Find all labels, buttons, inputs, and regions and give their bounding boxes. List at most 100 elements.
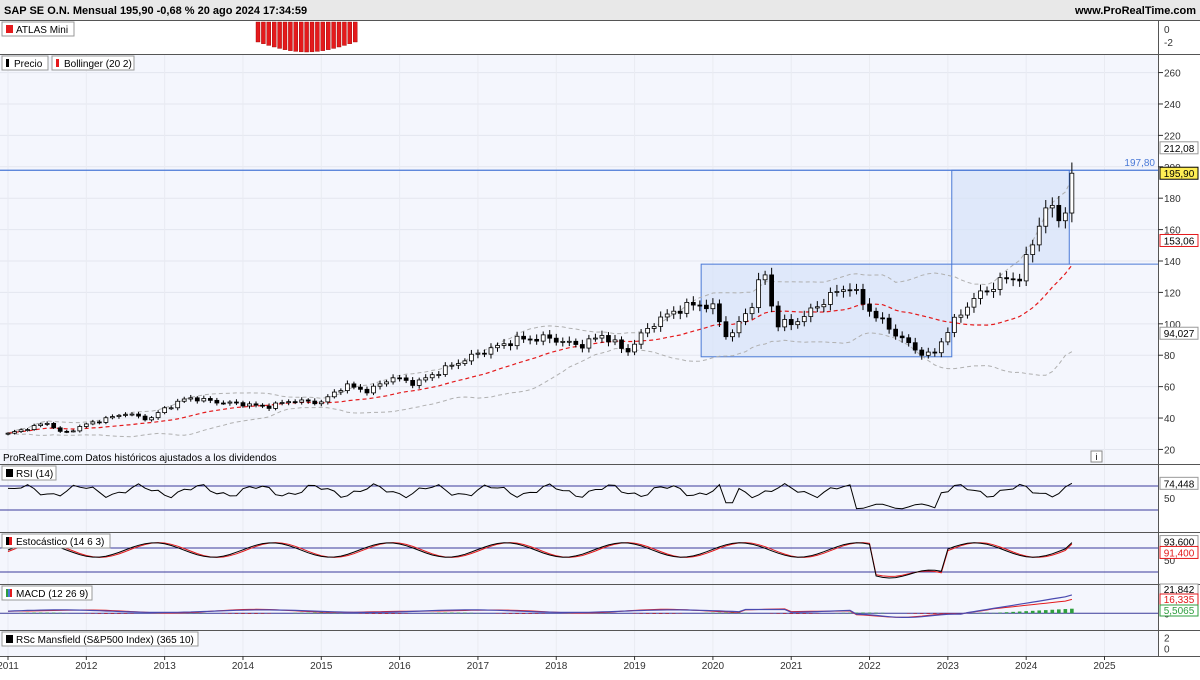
candle-body [580,344,584,348]
macd-histogram-bar [998,613,1002,614]
macd-histogram-bar [300,613,304,614]
macd-histogram-bar [659,613,663,614]
macd-histogram-bar [45,613,49,614]
footnote: ProRealTime.com Datos históricos ajustad… [3,453,277,464]
candle-body [378,384,382,386]
candle-body [1070,173,1074,213]
macd-histogram-bar [241,613,245,614]
candle-body [261,405,265,406]
info-button[interactable]: i [1091,451,1102,462]
candle-body [45,423,49,424]
candle-body [332,392,336,397]
macd-histogram-bar [861,613,865,614]
candle-body [698,305,702,306]
candle-body [802,317,806,322]
candle-body [887,318,891,329]
macd-histogram-bar [117,613,121,614]
macd-histogram-bar [306,613,310,614]
candle-body [78,427,82,431]
macd-histogram-bar [313,613,317,614]
macd-histogram-bar [450,613,454,614]
candle-body [685,302,689,313]
candle-body [169,408,173,409]
candle-body [848,290,852,291]
candle-body [189,398,193,399]
candle-body [828,292,832,304]
price-legend[interactable]: Precio Bollinger (20 2) [2,56,134,70]
rsi-legend[interactable]: RSI (14) [2,466,56,480]
candle-body [861,289,865,304]
candle-body [417,380,421,385]
candle-body [1063,213,1067,221]
candle-body [104,418,108,423]
atlas-panel[interactable] [0,20,1158,54]
upper-band-tag: 212,08 [1164,144,1195,155]
atlas-bar [256,22,260,42]
rsi-swatch [6,469,13,477]
breakout-box [952,170,1069,264]
candle-body [208,398,212,400]
price-tick-label: 80 [1164,351,1176,362]
macd-value: 16,335 [1164,595,1195,606]
macd-histogram-bar [1044,610,1048,613]
candle-body [998,278,1002,290]
candle-body [110,417,114,418]
candle-body [13,432,17,434]
macd-histogram-bar [1005,612,1009,613]
candle-body [946,333,950,342]
macd-panel[interactable] [0,584,1158,630]
candle-body [659,317,663,326]
candle-body [678,311,682,313]
candle-body [234,402,238,403]
bollinger-label: Bollinger (20 2) [64,59,132,70]
candle-body [939,342,943,353]
candle-body [352,384,356,387]
candle-body [574,341,578,344]
candle-body [97,422,101,423]
candle-body [215,400,219,403]
year-label: 2011 [0,661,19,672]
candle-body [933,352,937,353]
precio-label: Precio [14,59,43,70]
year-label: 2020 [702,661,725,672]
price-tick-label: 180 [1164,194,1181,205]
candle-body [313,401,317,404]
candle-body [1044,208,1048,226]
rsi-panel[interactable] [0,464,1158,532]
stoch-legend[interactable]: Estocástico (14 6 3) [2,534,110,548]
macd-histogram-bar [26,613,30,614]
candle-body [1057,205,1061,220]
macd-histogram-bar [868,613,872,614]
macd-histogram-bar [52,613,56,614]
atlas-bar [342,22,346,45]
candle-body [541,335,545,341]
candle-body [652,326,656,328]
candle-body [868,304,872,311]
macd-histogram-bar [509,613,513,614]
candle-body [515,336,519,345]
candle-body [58,428,62,432]
info-icon: i [1096,452,1098,462]
candle-body [900,336,904,338]
atlas-bar [353,22,357,42]
candle-body [672,311,676,314]
candle-body [496,345,500,347]
macd-legend[interactable]: MACD (12 26 9) [2,586,92,600]
candle-body [965,307,969,315]
candle-body [456,364,460,366]
stoch-panel[interactable] [0,532,1158,584]
candle-body [469,354,473,361]
rsc-legend[interactable]: RSc Mansfield (S&P500 Index) (365 10) [2,632,198,646]
candle-body [430,375,434,378]
trading-chart[interactable]: SAP SE O.N. Mensual 195,90 -0,68 % 20 ag… [0,0,1200,675]
candle-body [822,304,826,306]
macd-histogram-bar [724,613,728,614]
candle-body [789,319,793,324]
macd-histogram-bar [789,613,793,614]
candle-body [757,280,761,308]
year-label: 2016 [388,661,411,672]
atlas-legend[interactable]: ATLAS Mini [2,22,74,36]
macd-histogram-bar [1057,609,1061,613]
candle-body [319,402,323,404]
resistance-label: 197,80 [1124,158,1155,169]
